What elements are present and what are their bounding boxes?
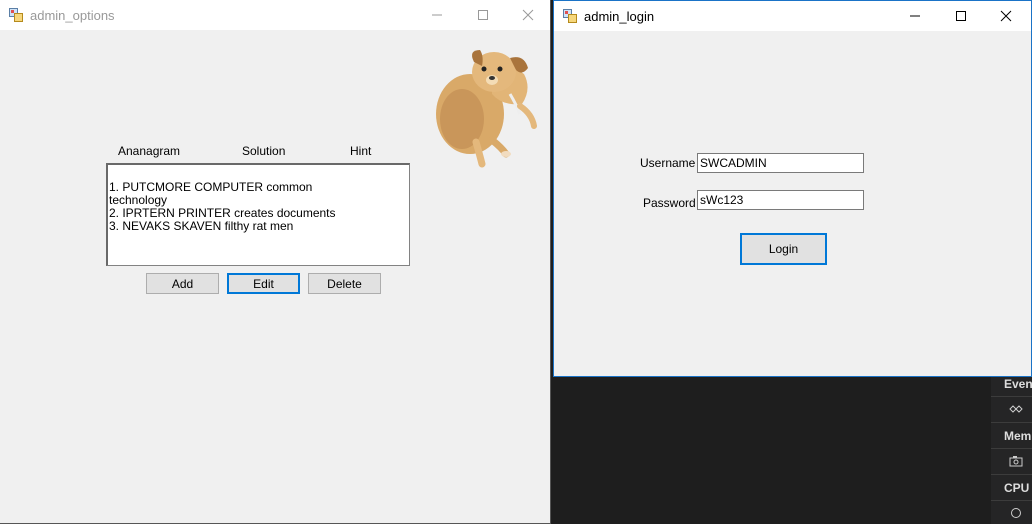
admin-login-window: admin_login Username Password Login [553, 0, 1032, 377]
maximize-icon [478, 10, 488, 20]
password-field[interactable] [697, 190, 864, 210]
divider [991, 448, 1032, 449]
window-title: admin_login [584, 9, 655, 24]
divider [991, 474, 1032, 475]
record-circle-icon[interactable] [1010, 507, 1022, 519]
close-button[interactable] [505, 0, 551, 30]
list-item[interactable]: technology [109, 193, 167, 207]
options-titlebar[interactable]: admin_options [0, 0, 550, 30]
add-button[interactable]: Add [146, 273, 219, 294]
events-label: Event [1004, 377, 1032, 391]
memory-label: Mem [1004, 429, 1032, 443]
snapshot-camera-icon[interactable] [1009, 455, 1023, 467]
login-button[interactable]: Login [740, 233, 827, 265]
list-item[interactable]: 2. IPRTERN PRINTER creates documents [109, 206, 336, 220]
divider [991, 396, 1032, 397]
app-form-icon [563, 9, 577, 23]
cpu-label: CPU I [1004, 481, 1032, 495]
delete-button[interactable]: Delete [308, 273, 381, 294]
maximize-button[interactable] [938, 1, 984, 31]
hint-column-header: Hint [350, 144, 372, 158]
close-icon [1000, 10, 1012, 22]
edit-button[interactable]: Edit [227, 273, 300, 294]
minimize-icon [432, 14, 442, 16]
list-item[interactable]: 1. PUTCMORE COMPUTER common [109, 180, 312, 194]
maximize-icon [956, 11, 966, 21]
diagnostic-side-panel: Event Mem CPU I [991, 374, 1032, 524]
app-form-icon [9, 8, 23, 22]
divider [991, 500, 1032, 501]
minimize-button[interactable] [414, 0, 460, 30]
minimize-button[interactable] [892, 1, 938, 31]
event-diamond-icon[interactable] [1009, 403, 1023, 413]
username-label: Username [640, 156, 696, 170]
admin-options-window: admin_options Ananagram Solution Hint 1.… [0, 0, 551, 524]
password-label: Password [643, 196, 696, 210]
username-field[interactable] [697, 153, 864, 173]
close-button[interactable] [983, 1, 1029, 31]
divider [991, 422, 1032, 423]
dog-picture [432, 44, 540, 168]
window-title: admin_options [30, 8, 115, 23]
list-item[interactable]: 3. NEVAKS SKAVEN filthy rat men [109, 219, 293, 233]
login-titlebar[interactable]: admin_login [554, 1, 1031, 31]
minimize-icon [910, 15, 920, 17]
anagram-column-header: Ananagram [118, 144, 181, 158]
anagram-listbox[interactable]: 1. PUTCMORE COMPUTER common technology 2… [106, 163, 410, 266]
solution-column-header: Solution [242, 144, 286, 158]
maximize-button[interactable] [460, 0, 506, 30]
close-icon [522, 9, 534, 21]
